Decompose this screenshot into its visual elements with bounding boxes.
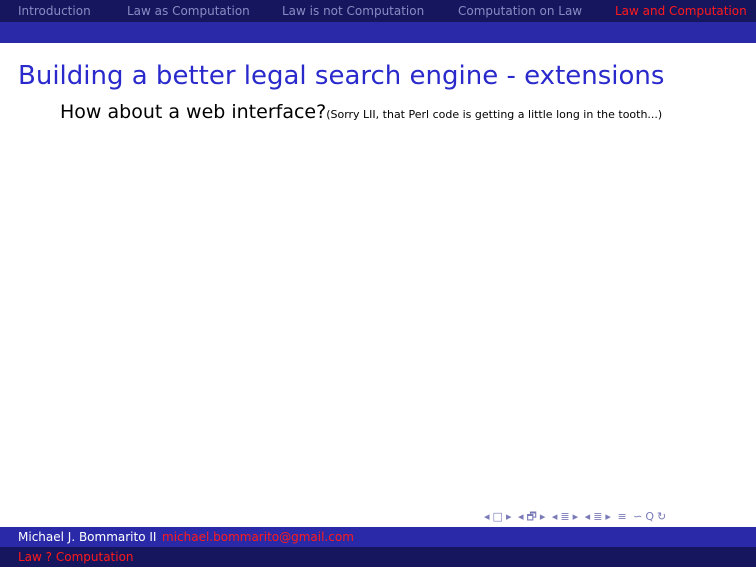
nav-section-introduction[interactable]: Introduction xyxy=(18,4,91,18)
footer-short-title: Law ? Computation xyxy=(18,550,134,564)
nav-section-law-and-computation[interactable]: Law and Computation xyxy=(615,4,747,18)
frame-title: Building a better legal search engine - … xyxy=(18,61,665,91)
subsection-strip xyxy=(0,22,756,43)
bullet-note-text: (Sorry LII, that Perl code is getting a … xyxy=(326,108,663,121)
footer-author: Michael J. Bommarito II xyxy=(18,530,157,544)
next-frame-icon[interactable]: ▸ xyxy=(506,510,512,523)
nav-section-computation-on-law[interactable]: Computation on Law xyxy=(458,4,582,18)
next-document-icon[interactable]: ▸ xyxy=(605,510,611,523)
nav-section-law-is-not-computation[interactable]: Law is not Computation xyxy=(282,4,424,18)
prev-subsection-icon[interactable]: ◂ xyxy=(518,510,524,523)
bullet-main-text: How about a web interface? xyxy=(60,101,327,123)
prev-frame-icon[interactable]: ◂ xyxy=(484,510,490,523)
beamer-navigation-controls: ◂ □ ▸ ◂ 🗗 ▸ ◂ ≣ ▸ ◂ ≣ ▸ ≡ ∽ Q ↻ xyxy=(484,508,669,527)
nav-section-law-as-computation[interactable]: Law as Computation xyxy=(127,4,250,18)
prev-document-icon[interactable]: ◂ xyxy=(585,510,591,523)
footer-title-bar: Law ? Computation xyxy=(0,547,756,567)
subsection-icon[interactable]: 🗗 xyxy=(527,510,537,523)
footer-author-bar: Michael J. Bommarito II michael.bommarit… xyxy=(0,527,756,547)
frame-icon[interactable]: □ xyxy=(493,510,503,523)
prev-section-icon[interactable]: ◂ xyxy=(552,510,558,523)
next-subsection-icon[interactable]: ▸ xyxy=(540,510,546,523)
zoom-icon[interactable]: Q xyxy=(645,510,654,523)
back-icon[interactable]: ↻ xyxy=(657,510,666,523)
toc-icon[interactable]: ≡ xyxy=(617,510,626,523)
search-icon[interactable]: ∽ xyxy=(633,510,642,523)
document-icon[interactable]: ≣ xyxy=(593,510,602,523)
section-navigation-bar: Introduction Law as Computation Law is n… xyxy=(0,0,756,22)
section-icon[interactable]: ≣ xyxy=(560,510,569,523)
footer-email[interactable]: michael.bommarito@gmail.com xyxy=(162,530,354,544)
next-section-icon[interactable]: ▸ xyxy=(573,510,579,523)
content-line: How about a web interface?(Sorry LII, th… xyxy=(60,101,662,123)
